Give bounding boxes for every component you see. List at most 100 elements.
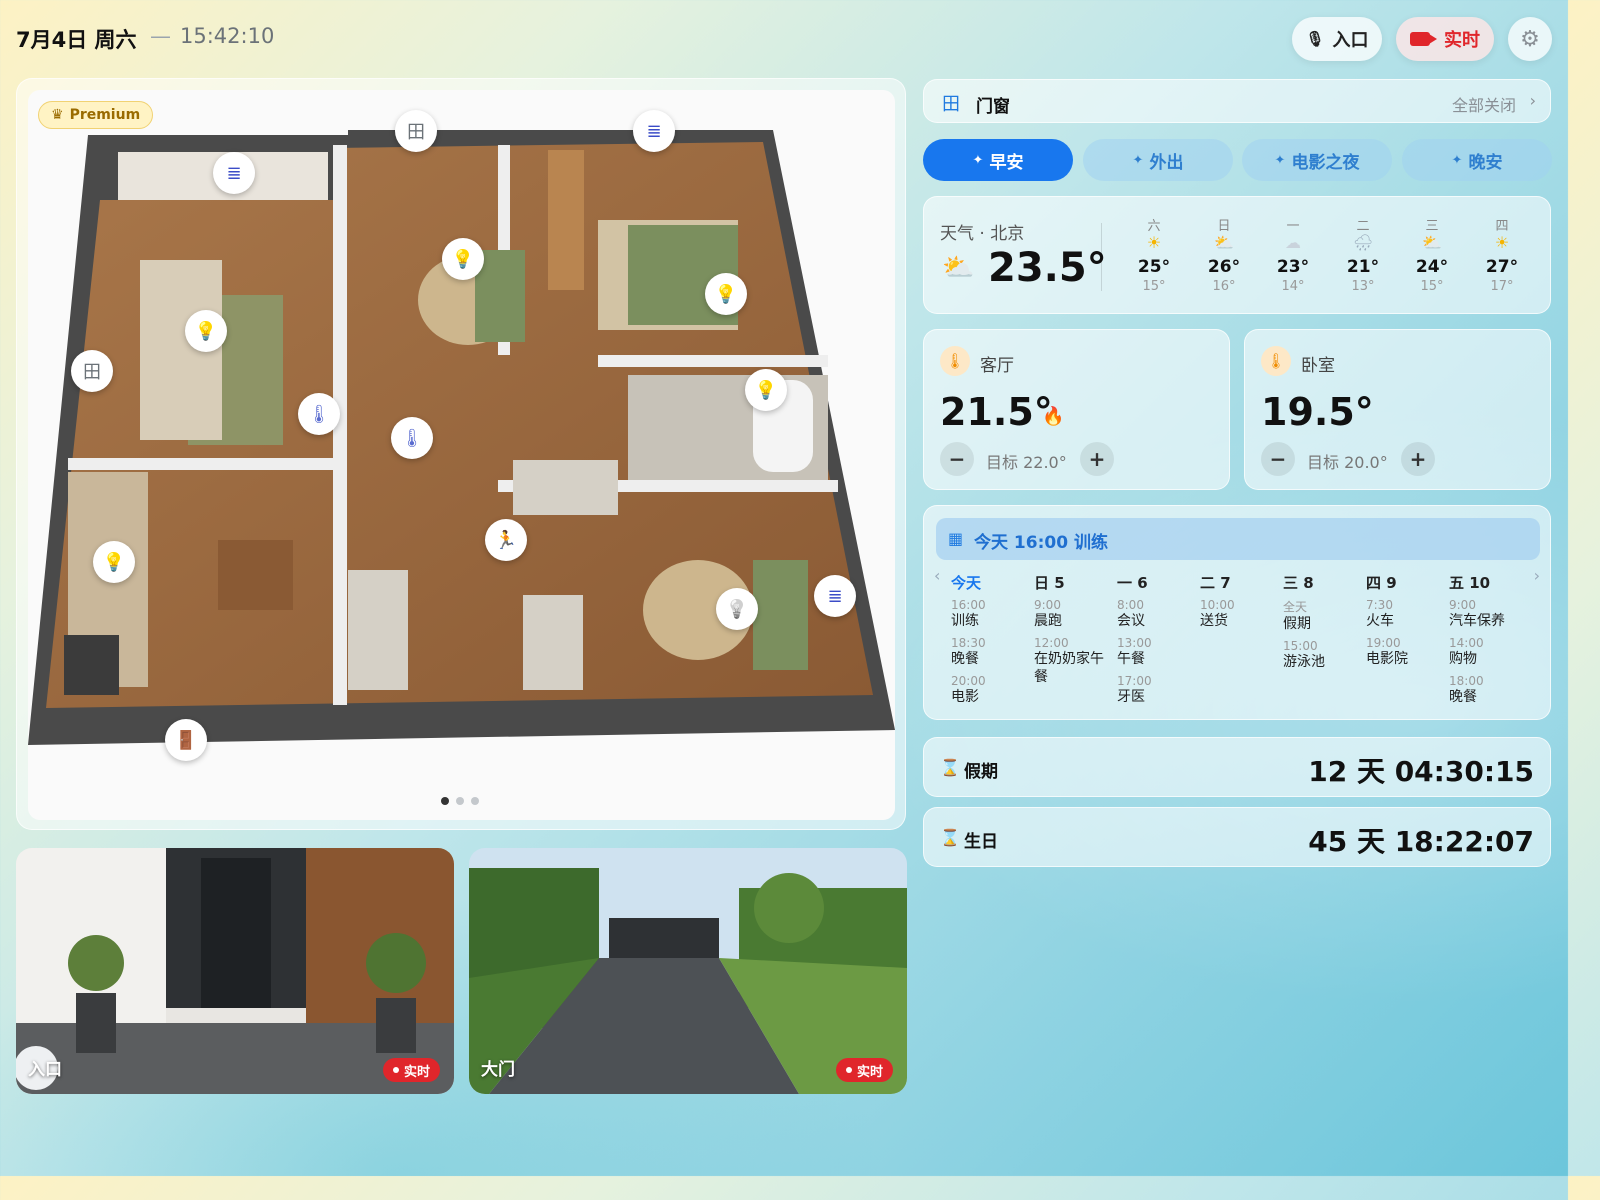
event-title: 购物 <box>1449 651 1477 667</box>
chevron-right-icon[interactable]: › <box>1534 566 1540 585</box>
scene-away[interactable]: ✦ 外出 <box>1083 139 1233 181</box>
weather-current-temp: 23.5° <box>988 245 1107 291</box>
room-temp: 21.5° <box>940 390 1053 434</box>
scene-label: 晚安 <box>1468 152 1503 173</box>
countdown-vacation[interactable]: ⌛ 假期 12 天 04:30:15 <box>923 737 1551 797</box>
sparkle-icon: ✦ <box>972 152 984 168</box>
forecast-low: 14° <box>1281 279 1305 294</box>
page-dot-2[interactable] <box>456 797 464 805</box>
cloud-icon: ☁ <box>1285 233 1301 252</box>
calendar-headline-bar[interactable]: ▦ 今天 16:00 训练 <box>936 518 1540 560</box>
calendar-event[interactable]: 19:00 电影院 <box>1366 636 1446 668</box>
calendar-event[interactable]: 12:00 在奶奶家午餐 <box>1034 636 1114 686</box>
thermometer-icon[interactable]: 🌡 <box>298 393 340 435</box>
camera-entry[interactable]: 入口 实时 <box>16 848 454 1094</box>
calendar-event[interactable]: 7:30 火车 <box>1366 598 1446 630</box>
calendar-event[interactable]: 14:00 购物 <box>1449 636 1529 668</box>
calendar-headline: 今天 16:00 训练 <box>974 533 1108 553</box>
sun-icon: ☀ <box>1494 233 1510 252</box>
close-all-link[interactable]: 全部关闭 <box>1452 92 1516 116</box>
thermometer-icon: 🌡 <box>1261 346 1291 376</box>
blinds-icon[interactable]: ≣ <box>814 575 856 617</box>
light-bulb-off-icon[interactable]: 💡 <box>716 588 758 630</box>
calendar-event[interactable]: 18:30 晚餐 <box>951 636 1031 668</box>
door-icon[interactable]: 🚪 <box>165 719 207 761</box>
calendar-event[interactable]: 16:00 训练 <box>951 598 1031 630</box>
decrease-target-button[interactable]: − <box>1261 442 1295 476</box>
calendar-event[interactable]: 8:00 会议 <box>1117 598 1197 630</box>
weather-title: 天气 · 北京 <box>940 224 1025 244</box>
thermometer-icon[interactable]: 🌡 <box>391 417 433 459</box>
window-icon[interactable]: 田 <box>395 110 437 152</box>
blinds-icon[interactable]: ≣ <box>633 110 675 152</box>
settings-button[interactable]: ⚙ <box>1508 17 1552 61</box>
light-bulb-icon[interactable]: 💡 <box>745 369 787 411</box>
increase-target-button[interactable]: + <box>1401 442 1435 476</box>
floorplan-card <box>28 90 895 820</box>
doors-windows-bar[interactable]: 田 门窗 全部关闭 › <box>923 79 1551 123</box>
calendar-event[interactable]: 9:00 晨跑 <box>1034 598 1114 630</box>
sparkle-icon: ✦ <box>1451 152 1463 168</box>
entry-button[interactable]: 🎙 入口 <box>1292 17 1382 61</box>
calendar-event[interactable]: 18:00 晚餐 <box>1449 674 1529 706</box>
partly-sunny-icon: ⛅ <box>942 253 975 283</box>
microphone-icon: 🎙 <box>1305 30 1325 48</box>
scene-label: 电影之夜 <box>1291 152 1360 173</box>
countdown-birthday[interactable]: ⌛ 生日 45 天 18:22:07 <box>923 807 1551 867</box>
camera-gate[interactable]: 大门 实时 <box>469 848 907 1094</box>
scene-good-morning[interactable]: ✦ 早安 <box>923 139 1073 181</box>
pagination-dots[interactable] <box>441 797 479 805</box>
calendar-event[interactable]: 10:00 送货 <box>1200 598 1280 630</box>
forecast-weekday: 一 <box>1286 219 1300 234</box>
event-time: 9:00 <box>1449 598 1476 612</box>
light-bulb-icon[interactable]: 💡 <box>185 310 227 352</box>
event-time: 12:00 <box>1034 636 1069 650</box>
calendar-day-column: 三 8 全天 假期 15:00 游泳池 <box>1283 572 1363 677</box>
forecast-low: 15° <box>1142 279 1166 294</box>
calendar-event[interactable]: 13:00 午餐 <box>1117 636 1197 668</box>
light-bulb-icon[interactable]: 💡 <box>705 273 747 315</box>
calendar-event[interactable]: 20:00 电影 <box>951 674 1031 706</box>
blinds-icon[interactable]: ≣ <box>213 152 255 194</box>
countdown-label: 假期 <box>964 762 998 782</box>
calendar-day-label: 一 6 <box>1117 574 1148 592</box>
event-title: 晨跑 <box>1034 613 1062 629</box>
event-time: 18:30 <box>951 636 986 650</box>
page-dot-1[interactable] <box>441 797 449 805</box>
page-dot-3[interactable] <box>471 797 479 805</box>
partly-cloudy-icon: ⛅ <box>1422 233 1442 252</box>
scene-label: 外出 <box>1149 152 1184 173</box>
calendar-event[interactable]: 全天 假期 <box>1283 598 1363 633</box>
window-icon[interactable]: 田 <box>71 350 113 392</box>
event-title: 训练 <box>951 613 979 629</box>
header-separator: — <box>150 24 171 48</box>
camera-gate-label: 大门 <box>481 1060 515 1080</box>
camera-entry-live-badge: 实时 <box>382 1058 440 1082</box>
calendar-event[interactable]: 15:00 游泳池 <box>1283 639 1363 671</box>
light-bulb-icon[interactable]: 💡 <box>93 541 135 583</box>
increase-target-button[interactable]: + <box>1080 442 1114 476</box>
premium-badge: ♛ Premium <box>38 101 154 129</box>
chevron-left-icon[interactable]: ‹ <box>934 566 940 585</box>
forecast-day: 六 ☀ 25° 15° <box>1129 215 1179 294</box>
forecast-low: 16° <box>1212 279 1236 294</box>
event-title: 牙医 <box>1117 689 1145 705</box>
live-button[interactable]: 实时 <box>1396 17 1494 61</box>
room-target: 目标 22.0° <box>986 453 1067 472</box>
forecast-weekday: 六 <box>1147 219 1161 234</box>
decrease-target-button[interactable]: − <box>940 442 974 476</box>
calendar-event[interactable]: 9:00 汽车保养 <box>1449 598 1529 630</box>
light-bulb-icon[interactable]: 💡 <box>442 238 484 280</box>
calendar-icon: ▦ <box>948 529 964 548</box>
calendar-event[interactable]: 17:00 牙医 <box>1117 674 1197 706</box>
thermometer-icon: 🌡 <box>940 346 970 376</box>
scene-good-night[interactable]: ✦ 晚安 <box>1402 139 1552 181</box>
motion-sensor-icon[interactable]: 🏃 <box>485 519 527 561</box>
event-title: 晚餐 <box>1449 689 1477 705</box>
calendar-day-label: 五 10 <box>1449 574 1491 592</box>
event-time: 7:30 <box>1366 598 1393 612</box>
scene-movie-night[interactable]: ✦ 电影之夜 <box>1242 139 1392 181</box>
floorplan-image <box>28 130 895 745</box>
calendar-day-column: 今天 16:00 训练 18:30 晚餐 20:00 电影 <box>951 572 1031 712</box>
event-title: 电影院 <box>1366 651 1408 667</box>
